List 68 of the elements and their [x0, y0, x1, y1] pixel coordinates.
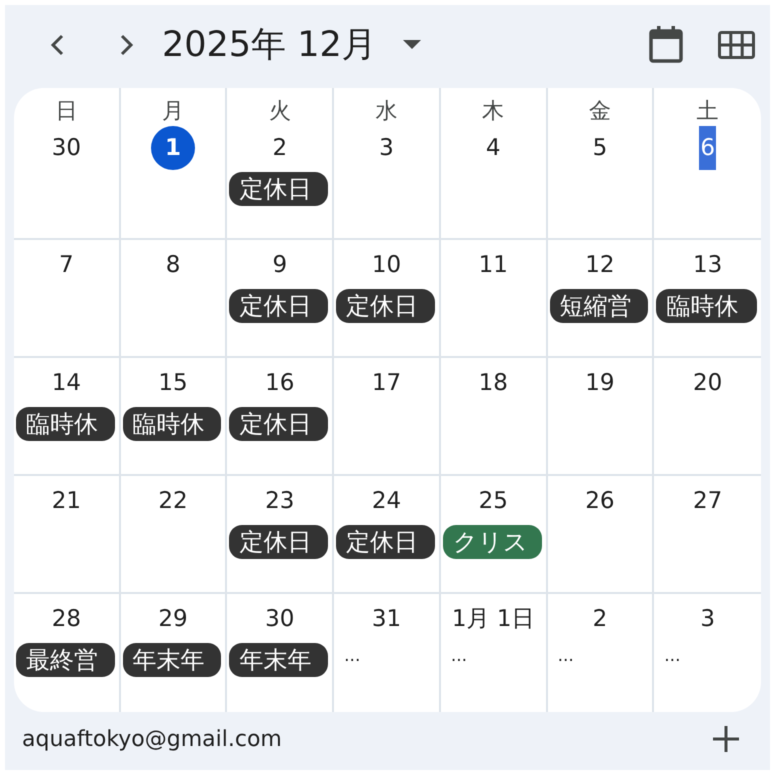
event-chip[interactable]: 年末年 — [229, 643, 328, 677]
day-number: 9 — [272, 251, 288, 280]
day-number: 7 — [59, 251, 74, 280]
chevron-right-icon — [120, 34, 134, 56]
day-number: 27 — [693, 487, 722, 516]
day-number: 30 — [52, 134, 81, 163]
day-number: 12 — [585, 251, 615, 280]
weekday-label: 火 — [268, 98, 291, 126]
event-chip[interactable]: 定休日 — [229, 407, 328, 441]
grid-icon — [718, 30, 754, 58]
event-chip[interactable]: 定休日 — [336, 289, 435, 323]
more-events-link[interactable]: ... — [344, 645, 360, 667]
day-number: 25 — [478, 487, 508, 516]
day-number: 28 — [52, 605, 81, 634]
day-number: 20 — [693, 369, 722, 398]
caret-icon — [402, 40, 421, 49]
day-number: 3 — [700, 605, 715, 634]
day-number: 29 — [158, 605, 188, 634]
weekday-label: 日 — [55, 98, 78, 126]
month-picker-button[interactable]: 2025年 12月 — [162, 21, 427, 68]
day-number: 1月 1日 — [452, 605, 534, 634]
event-chip[interactable]: 定休日 — [229, 525, 328, 559]
day-number: 8 — [166, 251, 180, 280]
day-number: 22 — [158, 487, 188, 516]
event-chip[interactable]: 定休日 — [336, 525, 435, 559]
event-chip[interactable]: 臨時休 — [122, 407, 222, 441]
chevron-left-icon — [50, 34, 64, 56]
day-number: 13 — [693, 251, 722, 280]
day-number: 30 — [265, 605, 294, 634]
more-events-link[interactable]: ... — [558, 645, 574, 667]
day-number: 19 — [585, 369, 615, 398]
day-number: 23 — [265, 487, 294, 516]
day-number: 24 — [372, 487, 402, 516]
day-number: 26 — [585, 487, 615, 516]
day-number: 10 — [372, 251, 402, 280]
event-chip[interactable]: 臨時休 — [16, 407, 115, 441]
weekday-label: 水 — [375, 98, 398, 126]
calendar-icon — [649, 26, 683, 63]
weekday-label: 土 — [696, 98, 719, 126]
day-number: 6 — [699, 126, 716, 170]
weekday-label: 木 — [482, 98, 504, 126]
day-number: 14 — [52, 369, 81, 398]
day-number: 15 — [158, 369, 188, 398]
more-events-link[interactable]: ... — [664, 645, 680, 667]
day-number: 17 — [372, 369, 402, 398]
day-number: 16 — [265, 369, 294, 398]
event-chip[interactable]: 年末年 — [122, 643, 222, 677]
day-number: 2 — [272, 134, 288, 163]
day-number: 1 — [151, 126, 196, 170]
day-number: 5 — [592, 134, 608, 163]
day-number: 21 — [52, 487, 81, 516]
weekday-label: 月 — [162, 98, 184, 126]
account-email: aquaftokyo@gmail.com — [22, 726, 282, 752]
event-chip[interactable]: 定休日 — [229, 289, 328, 323]
day-number: 18 — [478, 369, 508, 398]
event-chip[interactable]: 臨時休 — [656, 289, 757, 323]
day-number: 4 — [486, 134, 501, 163]
day-number: 11 — [478, 251, 508, 280]
weekday-label: 金 — [588, 98, 611, 126]
more-events-link[interactable]: ... — [450, 645, 468, 667]
event-chip[interactable]: 定休日 — [229, 172, 328, 206]
day-number: 3 — [379, 134, 394, 163]
event-chip[interactable]: 短縮営 — [550, 289, 648, 323]
event-chip[interactable]: クリス — [442, 525, 542, 559]
day-number: 2 — [592, 605, 608, 634]
plus-icon — [713, 726, 739, 752]
event-chip[interactable]: 最終営 — [16, 643, 115, 677]
day-number: 31 — [372, 605, 402, 634]
